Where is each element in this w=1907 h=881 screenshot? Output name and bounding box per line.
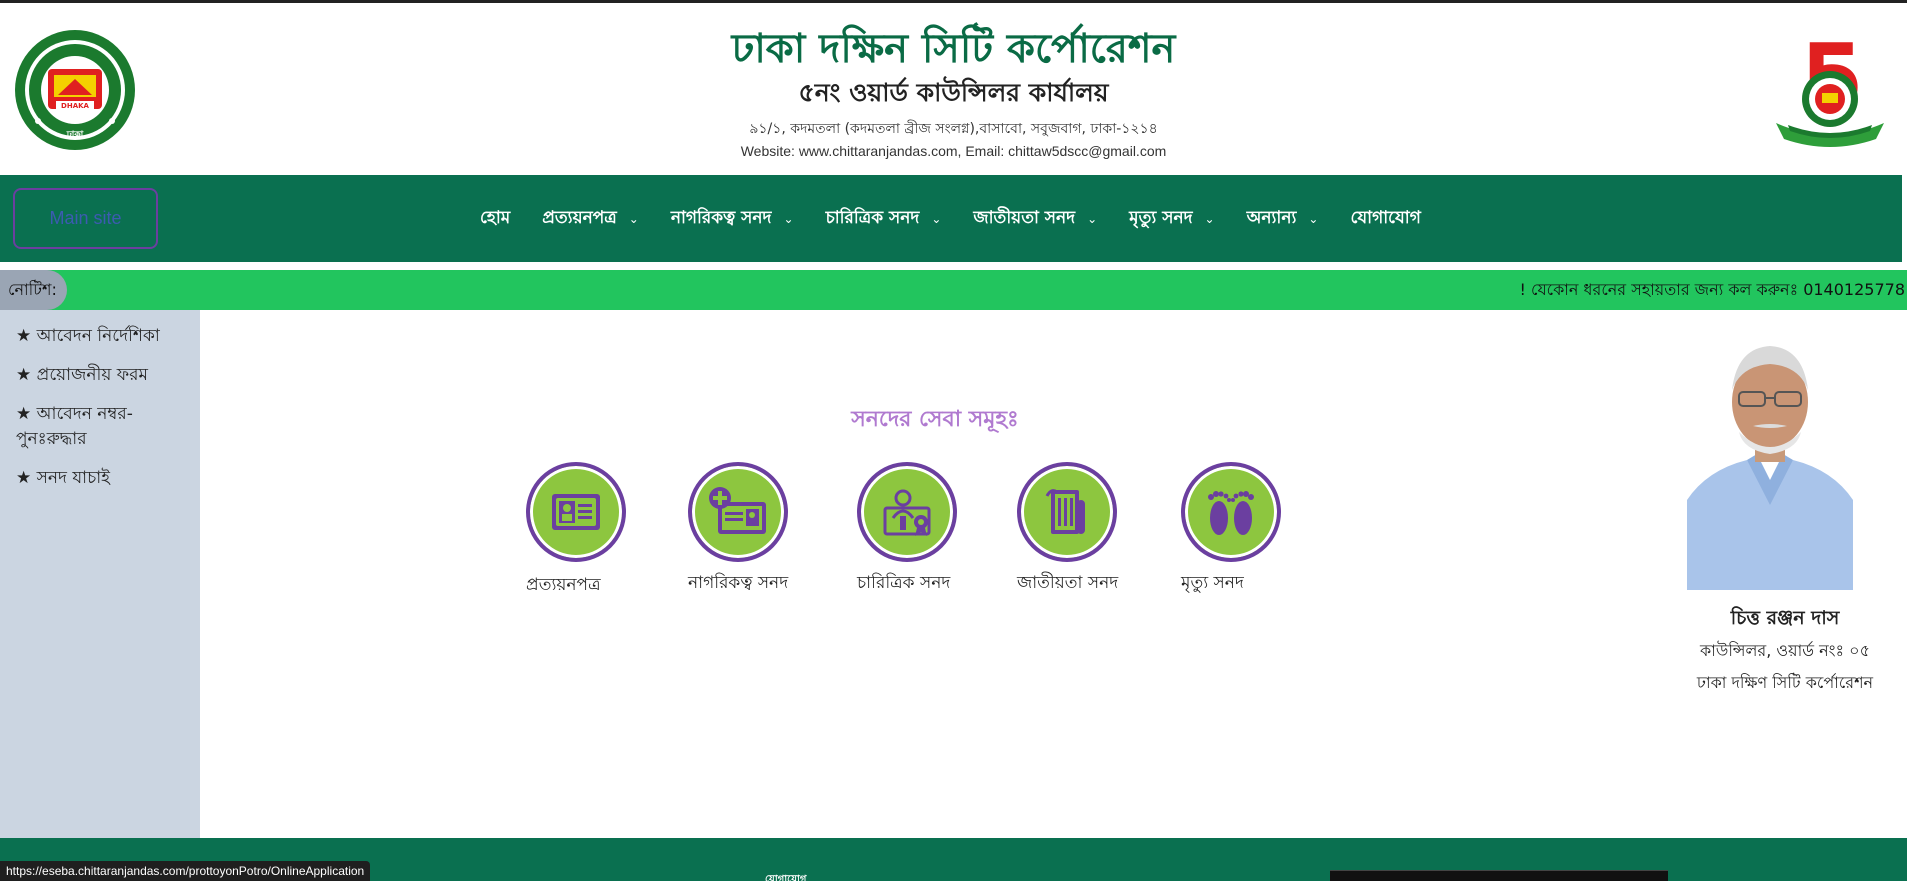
chevron-down-icon: ⌄ <box>1087 211 1098 226</box>
footer-heading: যোগাযোগ <box>765 874 807 881</box>
service-label: নাগরিকত্ব সনদ <box>688 573 789 593</box>
certificate-person-icon[interactable] <box>857 462 957 562</box>
chevron-down-icon: ⌄ <box>628 211 639 226</box>
chevron-down-icon: ⌄ <box>931 211 942 226</box>
sidebar-item-recover-application-number[interactable]: ★ আবেদন নম্বর-পুনঃরুদ্ধার <box>0 402 150 452</box>
service-character[interactable]: চারিত্রিক সনদ <box>857 462 1017 598</box>
nav-item-home[interactable]: হোম <box>480 205 510 233</box>
add-id-card-icon[interactable] <box>688 462 788 562</box>
nav-item-prottoyonpotro[interactable]: প্রত্যয়নপত্র ⌄ <box>542 205 639 233</box>
nav-item-label: চারিত্রিক সনদ <box>825 207 920 228</box>
councillor-organization: ঢাকা দক্ষিণ সিটি কর্পোরেশন <box>1696 673 1874 692</box>
sidebar-item-verify-certificate[interactable]: ★ সনদ যাচাই <box>0 466 200 491</box>
office-address: ৯১/১, কদমতলা (কদমতলা ব্রীজ সংলগ্ন),বাসাব… <box>749 121 1158 137</box>
nav-item-label: যোগাযোগ <box>1350 207 1421 228</box>
footprints-icon[interactable] <box>1181 462 1281 562</box>
nav-item-nationality[interactable]: জাতীয়তা সনদ ⌄ <box>973 205 1097 233</box>
councillor-name: চিত্ত রঞ্জন দাস <box>1730 607 1840 629</box>
website-email-line: Website: www.chittaranjandas.com, Email:… <box>740 143 1167 159</box>
notice-bar: নোটিশ: ! যেকোন ধরনের সহায়তার জন্য কল কর… <box>0 270 1907 310</box>
service-nationality[interactable]: জাতীয়তা সনদ <box>1017 462 1177 598</box>
service-label: প্রত্যয়নপত্র <box>526 575 601 595</box>
councillor-photo <box>1687 330 1853 590</box>
chevron-down-icon: ⌄ <box>1308 211 1319 226</box>
nav-item-label: অন্যান্য <box>1246 207 1297 228</box>
nav-item-label: জাতীয়তা সনদ <box>973 207 1076 228</box>
id-card-icon[interactable] <box>526 462 626 562</box>
page-subtitle: ৫নং ওয়ার্ড কাউন্সিলর কার্যালয় <box>798 78 1109 107</box>
footer-video-embed[interactable] <box>1330 870 1668 881</box>
nav-item-death[interactable]: মৃত্যু সনদ ⌄ <box>1129 205 1214 233</box>
chevron-down-icon: ⌄ <box>1204 211 1215 226</box>
councillor-role: কাউন্সিলর, ওয়ার্ড নংঃ ০৫ <box>1700 641 1870 660</box>
service-label: চারিত্রিক সনদ <box>857 573 951 593</box>
nav-item-label: হোম <box>480 207 511 228</box>
nav-item-contact[interactable]: যোগাযোগ <box>1350 205 1420 233</box>
nav-item-label: নাগরিকত্ব সনদ <box>670 207 772 228</box>
site-header: DHAKA ঢাকা ঢাকা দক্ষিন সিটি কর্পোরেশন ৫ন… <box>0 3 1907 175</box>
nav-menu: হোম প্রত্যয়নপত্র ⌄ নাগরিকত্ব সনদ ⌄ চারি… <box>480 175 1453 262</box>
main-site-button[interactable]: Main site <box>13 188 158 249</box>
notice-marquee-text: ! যেকোন ধরনের সহায়তার জন্য কল করুনঃ 014… <box>1519 280 1905 299</box>
services-title: সনদের সেবা সমূহঃ <box>851 407 1019 432</box>
nav-item-character[interactable]: চারিত্রিক সনদ ⌄ <box>826 205 942 233</box>
main-navbar: Main site হোম প্রত্যয়নপত্র ⌄ নাগরিকত্ব … <box>0 175 1902 262</box>
sidebar: ★ আবেদন নির্দেশিকা ★ প্রয়োজনীয় ফরম ★ আ… <box>0 310 200 838</box>
ward-5-badge: 5 <box>1770 24 1890 149</box>
nav-item-label: প্রত্যয়নপত্র <box>542 207 617 228</box>
notice-label: নোটিশ: <box>0 270 67 310</box>
nav-item-label: মৃত্যু সনদ <box>1129 207 1193 228</box>
chevron-down-icon: ⌄ <box>783 211 794 226</box>
nav-item-citizenship[interactable]: নাগরিকত্ব সনদ ⌄ <box>671 205 794 233</box>
service-death[interactable]: মৃত্যু সনদ <box>1181 462 1341 598</box>
browser-status-url: https://eseba.chittaranjandas.com/protto… <box>0 861 371 881</box>
scroll-document-icon[interactable] <box>1017 462 1117 562</box>
sidebar-item-application-guide[interactable]: ★ আবেদন নির্দেশিকা <box>0 324 200 349</box>
sidebar-item-required-forms[interactable]: ★ প্রয়োজনীয় ফরম <box>0 363 200 388</box>
service-citizenship[interactable]: নাগরিকত্ব সনদ <box>688 462 848 598</box>
nav-item-others[interactable]: অন্যান্য ⌄ <box>1247 205 1319 233</box>
service-prottoyonpotro[interactable]: প্রত্যয়নপত্র <box>526 462 686 600</box>
service-label: মৃত্যু সনদ <box>1181 573 1244 593</box>
service-label: জাতীয়তা সনদ <box>1017 573 1119 593</box>
